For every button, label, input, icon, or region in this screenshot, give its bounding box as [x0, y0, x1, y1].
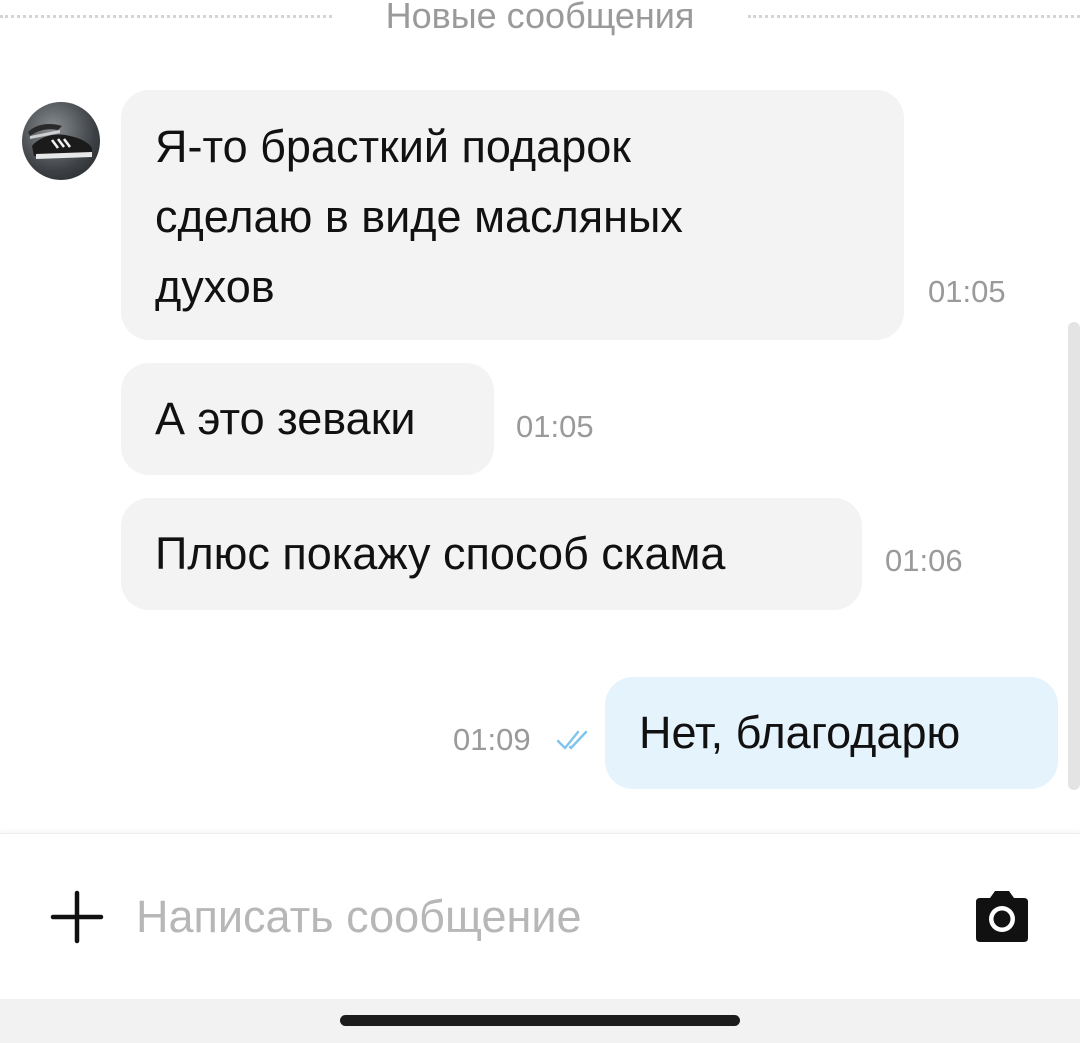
- read-double-check-icon: [556, 730, 588, 750]
- message-bubble-incoming[interactable]: Я-то бpасткий подарок сделаю в виде масл…: [121, 90, 904, 340]
- new-messages-label: Новые сообщения: [385, 0, 695, 36]
- message-text: сделаю в виде масляных: [155, 191, 683, 242]
- message-text: Я-то бpасткий подарок: [155, 121, 631, 172]
- message-text: Нет, благодарю: [639, 707, 961, 758]
- divider-line-left: [0, 15, 332, 18]
- message-text: духов: [155, 261, 275, 312]
- contact-avatar[interactable]: [22, 102, 100, 180]
- message-input[interactable]: [136, 884, 936, 950]
- system-navigation-bar: [0, 999, 1080, 1043]
- scrollbar[interactable]: [1068, 322, 1080, 790]
- home-indicator[interactable]: [340, 1015, 740, 1026]
- chat-screen: Новые сообщения Я-то бpасткий подарок сд…: [0, 0, 1080, 1043]
- camera-icon[interactable]: [972, 888, 1032, 944]
- message-bubble-incoming[interactable]: А это зеваки: [121, 363, 494, 475]
- new-messages-divider: Новые сообщения: [0, 0, 1080, 40]
- message-text: А это зеваки: [155, 393, 416, 444]
- sneaker-photo-icon: [28, 124, 92, 159]
- message-bubble-outgoing[interactable]: Нет, благодарю: [605, 677, 1058, 789]
- message-composer: [0, 833, 1080, 1000]
- message-bubble-incoming[interactable]: Плюс покажу способ скама: [121, 498, 862, 610]
- message-time: 01:06: [885, 543, 963, 578]
- message-text: Плюс покажу способ скама: [155, 528, 726, 579]
- message-time: 01:05: [928, 274, 1006, 309]
- message-time: 01:05: [516, 409, 594, 444]
- plus-icon[interactable]: [50, 890, 104, 944]
- message-time: 01:09: [453, 722, 531, 757]
- divider-line-right: [748, 15, 1080, 18]
